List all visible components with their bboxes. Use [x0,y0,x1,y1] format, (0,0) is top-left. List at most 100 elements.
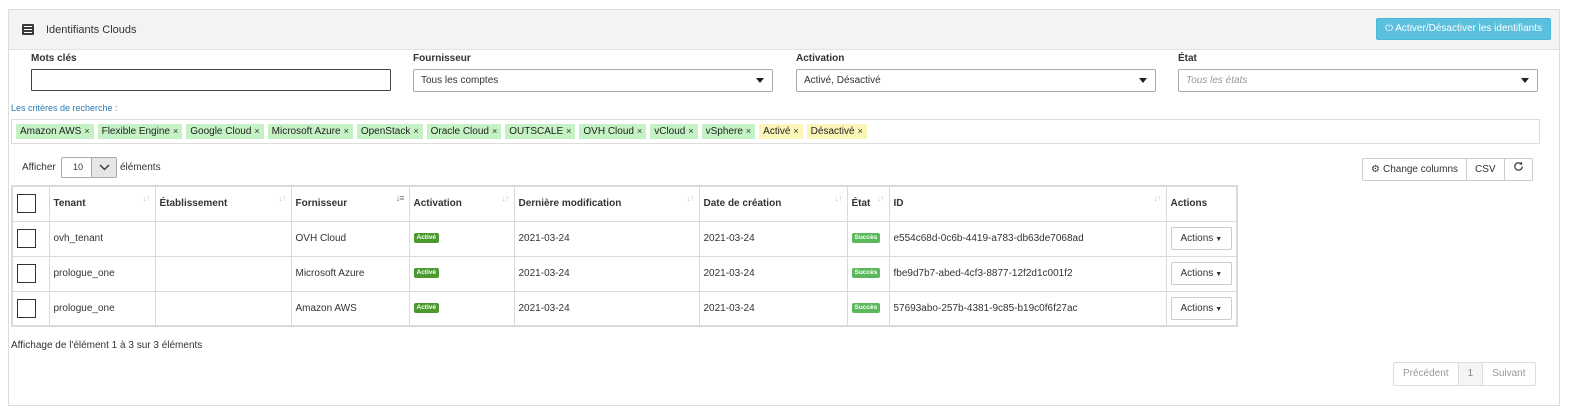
page-length-select[interactable]: 10 [61,157,117,178]
remove-tag-icon[interactable]: × [793,126,798,136]
state-label: État [1178,53,1197,64]
refresh-button[interactable] [1505,159,1532,180]
elements-label: éléments [120,162,161,173]
power-icon: ⏻ [1385,23,1394,34]
etablissement-cell [154,255,292,292]
criteria-tag: OpenStack × [356,124,423,139]
remove-tag-icon[interactable]: × [254,126,259,136]
remove-tag-icon[interactable]: × [566,126,571,136]
criteria-tag-label: vCloud [654,126,686,137]
row-select-cell [11,290,50,327]
table-row: prologue_one Microsoft Azure Activé 2021-03… [11,255,1238,292]
sort-alpha-icon: ↓≡ [395,193,405,203]
gear-icon: ⚙ [1371,164,1380,175]
remove-tag-icon[interactable]: × [413,126,418,136]
activation-select[interactable]: Activé, Désactivé [796,69,1156,92]
actions-dropdown-button[interactable]: Actions ▼ [1170,227,1233,250]
actions-dropdown-button[interactable]: Actions ▼ [1170,262,1233,285]
col-fournisseur-label: Fornisseur [295,198,348,210]
activation-select-value: Activé, Désactivé [804,75,881,86]
id-cell: e554c68d-0c6b-4419-a783-db63de7068ad [888,220,1167,257]
criteria-tag: vCloud × [650,124,698,139]
col-actions: Actions [1165,185,1238,222]
criteria-tag-label: Désactivé [810,126,855,137]
remove-tag-icon[interactable]: × [84,126,89,136]
status-badge: Succès [851,268,881,279]
row-checkbox[interactable] [17,229,36,248]
col-state[interactable]: État ↓↑ [846,185,890,222]
keywords-input[interactable] [31,69,391,91]
chevron-down-icon [91,158,116,177]
provider-select[interactable]: Tous les comptes [413,69,773,92]
remove-tag-icon[interactable]: × [688,126,693,136]
row-checkbox[interactable] [17,264,36,283]
fournisseur-cell: Amazon AWS [290,290,410,327]
row-checkbox[interactable] [17,298,36,318]
criteria-tag: Google Cloud × [186,124,264,139]
state-select-placeholder: Tous les états [1186,75,1248,86]
state-select[interactable]: Tous les états [1178,69,1538,92]
col-fournisseur[interactable]: Fornisseur ↓≡ [290,185,410,222]
table-header-row: Tenant ↓↑ Établissement ↓↑ Fornisseur ↓≡ Ac… [11,185,1238,222]
criteria-tag: Activé × [759,124,803,139]
col-tenant[interactable]: Tenant ↓↑ [48,185,156,222]
actions-dropdown-button[interactable]: Actions ▼ [1170,296,1233,320]
remove-tag-icon[interactable]: × [173,126,178,136]
select-all-checkbox[interactable] [17,194,36,214]
sort-icon: ↓↑ [876,193,885,203]
criteria-tag-label: Google Cloud [190,126,252,137]
actions-cell: Actions ▼ [1165,290,1238,327]
criteria-tag-label: Oracle Cloud [430,126,489,137]
col-id[interactable]: ID ↓↑ [888,185,1167,222]
created-cell: 2021-03-24 [698,220,848,257]
caret-down-icon [756,78,764,83]
criteria-tag: Amazon AWS × [16,124,94,139]
caret-down-icon [1521,78,1529,83]
col-created-label: Date de création [703,198,782,210]
refresh-icon [1513,159,1524,180]
next-page-button[interactable]: Suivant [1483,363,1534,385]
search-criteria-bar[interactable]: Amazon AWS × Flexible Engine × Google Cloud ×… [11,119,1540,144]
toggle-credentials-button[interactable]: ⏻ Activer/Désactiver les identifiants [1376,18,1551,40]
col-activation[interactable]: Activation ↓↑ [408,185,515,222]
criteria-tag: vSphere × [701,124,756,139]
remove-tag-icon[interactable]: × [492,126,497,136]
page-1-button[interactable]: 1 [1458,363,1484,385]
remove-tag-icon[interactable]: × [746,126,751,136]
actions-cell: Actions ▼ [1165,220,1238,257]
change-columns-button[interactable]: ⚙ Change columns [1363,159,1468,180]
id-cell: 57693abo-257b-4381-9c85-b19c0f6f27ac [888,290,1167,327]
criteria-tags: Amazon AWS × Flexible Engine × Google Cloud ×… [16,124,867,139]
show-label: Afficher [22,162,56,173]
created-cell: 2021-03-24 [698,255,848,292]
caret-down-icon: ▼ [1215,305,1223,313]
list-icon [22,24,34,35]
row-select-cell [11,255,50,292]
col-created[interactable]: Date de création ↓↑ [698,185,848,222]
table-info: Affichage de l'élément 1 à 3 sur 3 éléme… [11,340,203,351]
remove-tag-icon[interactable]: × [637,126,642,136]
etablissement-cell [154,290,292,327]
id-cell: fbe9d7b7-abed-4cf3-8877-12f2d1c001f2 [888,255,1167,292]
search-criteria-label: Les critères de recherche : [11,103,118,113]
csv-button[interactable]: CSV [1467,159,1505,180]
created-cell: 2021-03-24 [698,290,848,327]
prev-page-button[interactable]: Précédent [1394,363,1459,385]
keywords-label: Mots clés [31,53,77,64]
actions-cell: Actions ▼ [1165,255,1238,292]
table-row: prologue_one Amazon AWS Activé 2021-03-24 20… [11,290,1238,327]
toggle-credentials-label: Activer/Désactiver les identifiants [1395,23,1542,34]
caret-down-icon [1139,78,1147,83]
tenant-cell: ovh_tenant [48,220,156,257]
remove-tag-icon[interactable]: × [858,126,863,136]
remove-tag-icon[interactable]: × [344,126,349,136]
provider-select-value: Tous les comptes [421,75,499,86]
table-row: ovh_tenant OVH Cloud Activé 2021-03-24 2021-… [11,220,1238,257]
col-etablissement[interactable]: Établissement ↓↑ [154,185,292,222]
change-columns-label: Change columns [1382,164,1459,175]
sort-icon: ↓↑ [501,193,510,203]
fournisseur-cell: OVH Cloud [290,220,410,257]
page-length-value: 10 [73,162,84,172]
col-last-modified[interactable]: Dernière modification ↓↑ [513,185,700,222]
last-modified-cell: 2021-03-24 [513,220,700,257]
